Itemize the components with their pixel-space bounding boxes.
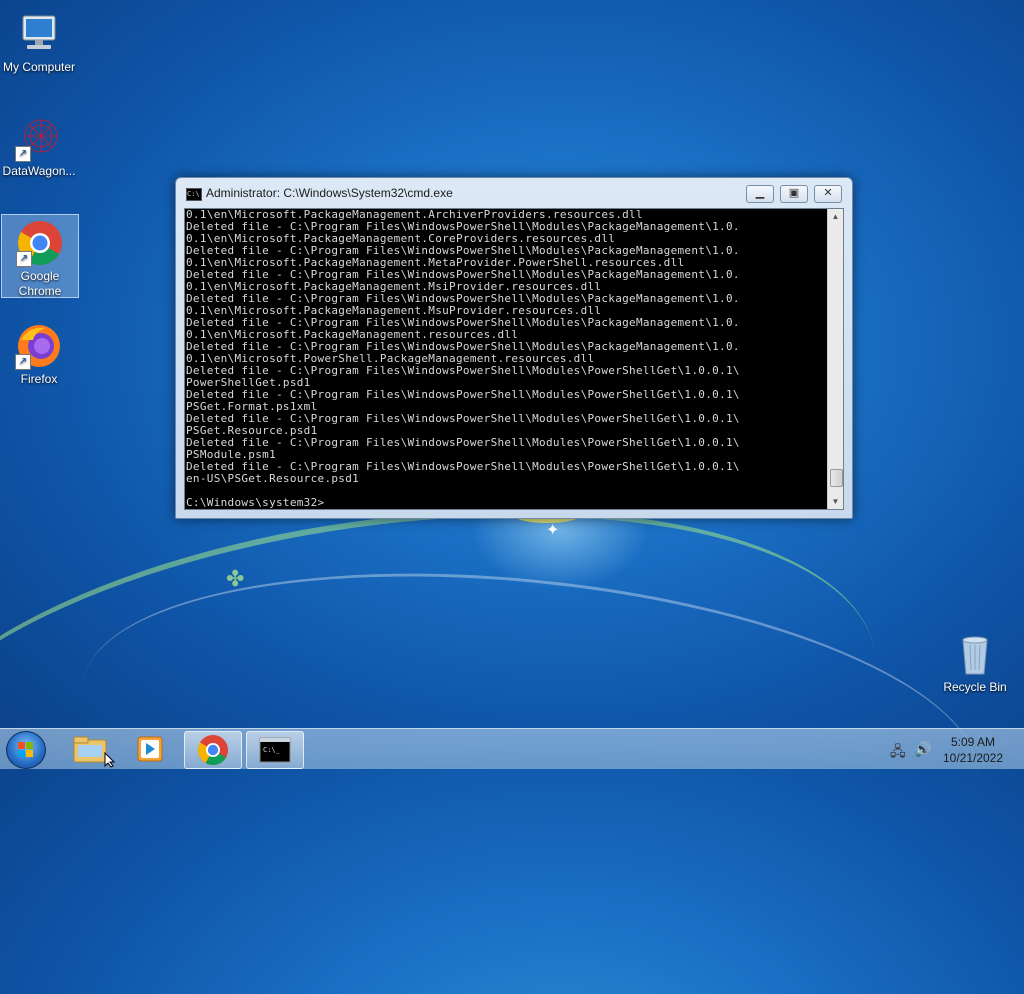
cmd-app-icon: C:\ [186,188,202,201]
datawagon-icon: ↗ [15,114,63,162]
cmd-icon: C:\_ [259,737,291,763]
close-button[interactable]: ✕ [814,185,842,203]
desktop-icon-recycle-bin[interactable]: Recycle Bin [937,626,1013,695]
volume-icon[interactable]: 🔊 [914,741,931,758]
wallpaper-sparkle: ✦ [546,522,560,539]
shortcut-arrow-icon: ↗ [16,251,32,267]
taskbar-cmd-button[interactable]: C:\_ [246,731,304,769]
console-line: en-US\PSGet.Resource.psd1 [186,472,360,485]
window-title: Administrator: C:\Windows\System32\cmd.e… [206,186,453,200]
minimize-button[interactable]: ▁ [746,185,774,203]
desktop-icon-label: Recycle Bin [943,680,1007,694]
taskbar: C:\_ 🖧 🔊 5:09 AM 10/21/2022 [0,728,1024,769]
scrollbar-thumb[interactable] [830,469,843,487]
scroll-down-icon[interactable]: ▼ [828,494,843,509]
shortcut-arrow-icon: ↗ [15,354,31,370]
taskbar-media-player-button[interactable] [122,731,178,767]
network-icon[interactable]: 🖧 [890,741,906,765]
clock-time: 5:09 AM [950,735,996,749]
desktop-icon-datawagon[interactable]: ↗ DataWagon... [1,110,77,179]
recycle-bin-icon [951,630,999,678]
mouse-cursor-icon [104,752,116,768]
desktop-icon-my-computer[interactable]: My Computer [1,6,77,75]
console-area[interactable]: 0.1\en\Microsoft.PackageManagement.Archi… [184,208,844,510]
shortcut-arrow-icon: ↗ [15,146,31,162]
chrome-icon [197,735,228,766]
taskbar-chrome-button[interactable] [184,731,242,769]
desktop-icon-label: DataWagon... [2,164,76,178]
vertical-scrollbar[interactable]: ▲ ▼ [827,209,843,509]
windows-logo-icon [18,742,34,758]
tray-clock[interactable]: 5:09 AM 10/21/2022 [938,734,1008,766]
clock-date: 10/21/2022 [942,751,1004,765]
scroll-up-icon[interactable]: ▲ [828,209,843,224]
computer-icon [15,10,63,58]
console-line: Deleted file - C:\Program Files\WindowsP… [186,436,740,449]
chrome-icon: ↗ [16,219,64,267]
media-player-icon [137,736,163,762]
start-button[interactable] [6,731,46,769]
svg-text:C:\_: C:\_ [263,746,281,754]
console-output: 0.1\en\Microsoft.PackageManagement.Archi… [186,209,826,509]
desktop-icon-google-chrome[interactable]: ↗ Google Chrome [1,214,79,298]
cmd-window[interactable]: C:\ Administrator: C:\Windows\System32\c… [175,177,853,519]
firefox-icon: ↗ [15,322,63,370]
cmd-titlebar[interactable]: C:\ Administrator: C:\Windows\System32\c… [176,178,852,208]
console-line: C:\Windows\system32> [186,496,325,509]
maximize-button[interactable]: ▣ [780,185,808,203]
desktop-icon-label: My Computer [2,60,76,74]
desktop-icon-label: Google Chrome [18,269,62,298]
desktop-icon-label: Firefox [20,372,58,386]
wallpaper-leaf: ✤ [226,566,245,591]
desktop-icon-firefox[interactable]: ↗ Firefox [1,318,77,387]
